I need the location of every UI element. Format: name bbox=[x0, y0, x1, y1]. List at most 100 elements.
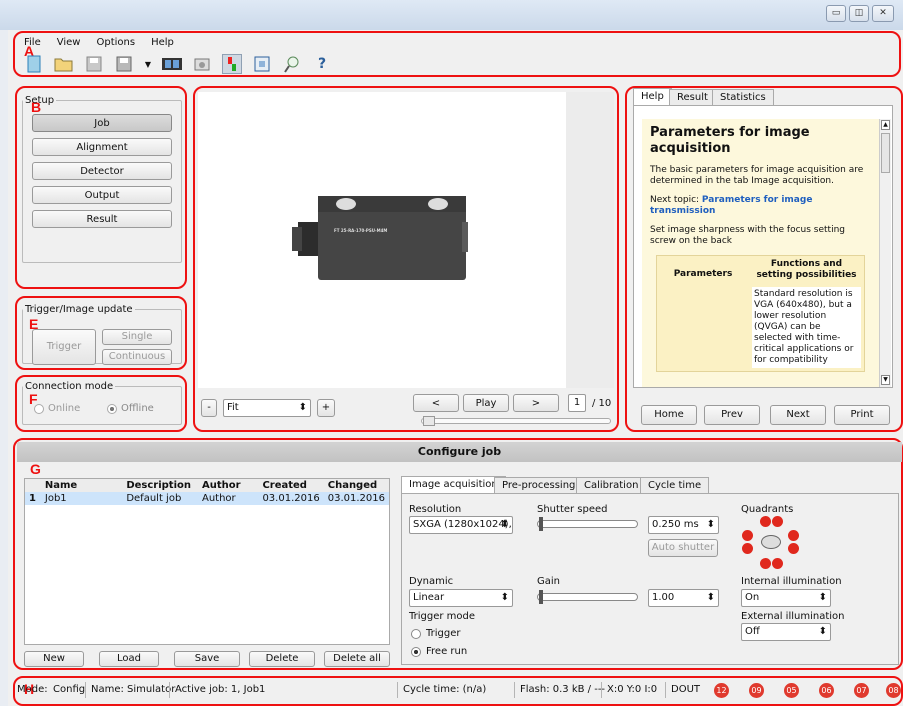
save-dropdown-icon[interactable]: ▼ bbox=[144, 54, 152, 74]
col-author[interactable]: Author bbox=[198, 479, 258, 492]
prev-frame-button[interactable]: < bbox=[413, 394, 459, 412]
internal-illumination-select[interactable]: On ⬍ bbox=[741, 589, 831, 607]
output-button[interactable]: Output bbox=[32, 186, 172, 204]
frame-slider[interactable] bbox=[421, 416, 611, 426]
minimize-button[interactable]: ▭ bbox=[826, 5, 846, 22]
menu-options[interactable]: Options bbox=[96, 37, 135, 48]
trigger-button[interactable]: Trigger bbox=[32, 329, 96, 365]
help-title: Parameters for image acquisition bbox=[650, 125, 810, 156]
radio-empty-icon bbox=[411, 628, 421, 639]
frame-view-icon[interactable] bbox=[252, 54, 272, 74]
quadrant-led[interactable] bbox=[742, 530, 753, 541]
external-illumination-select[interactable]: Off ⬍ bbox=[741, 623, 831, 641]
zoom-out-button[interactable]: - bbox=[201, 399, 217, 417]
help-home-button[interactable]: Home bbox=[641, 405, 697, 425]
gain-slider-handle[interactable] bbox=[539, 590, 543, 604]
gain-value-field[interactable]: 1.00 ⬍ bbox=[648, 589, 719, 607]
scroll-thumb[interactable] bbox=[881, 133, 890, 173]
sensor-label-text: FT 25-RA-170-PSU-M4M bbox=[334, 228, 388, 233]
shutter-slider[interactable] bbox=[537, 517, 638, 531]
online-radio[interactable]: Online bbox=[34, 403, 80, 414]
next-frame-button[interactable]: > bbox=[513, 394, 559, 412]
trigger-radio[interactable]: Trigger bbox=[411, 628, 461, 639]
delete-all-button[interactable]: Delete all bbox=[324, 651, 390, 667]
save-icon[interactable] bbox=[84, 54, 104, 74]
dynamic-select[interactable]: Linear ⬍ bbox=[409, 589, 513, 607]
tab-help[interactable]: Help bbox=[633, 88, 672, 106]
quadrant-center[interactable] bbox=[761, 535, 781, 549]
tab-cycle-time[interactable]: Cycle time bbox=[640, 477, 710, 493]
maximize-button[interactable]: ◫ bbox=[849, 5, 869, 22]
dynamic-value: Linear bbox=[413, 592, 445, 603]
new-job-icon[interactable] bbox=[24, 54, 44, 74]
status-xyi: X:0 Y:0 I:0 bbox=[607, 684, 658, 695]
quadrants-widget[interactable] bbox=[741, 516, 801, 572]
status-separator bbox=[85, 682, 86, 698]
tab-calibration[interactable]: Calibration bbox=[576, 477, 647, 493]
frame-slider-handle[interactable] bbox=[423, 416, 435, 426]
save-job-button[interactable]: Save bbox=[174, 651, 240, 667]
auto-shutter-button[interactable]: Auto shutter bbox=[648, 539, 718, 557]
detector-button[interactable]: Detector bbox=[32, 162, 172, 180]
zoom-in-button[interactable]: + bbox=[317, 399, 335, 417]
new-job-button[interactable]: New bbox=[24, 651, 84, 667]
help-scrollbar[interactable]: ▲ ▼ bbox=[879, 119, 891, 387]
scroll-down-icon[interactable]: ▼ bbox=[881, 375, 890, 385]
free-run-radio[interactable]: Free run bbox=[411, 646, 467, 657]
result-button[interactable]: Result bbox=[32, 210, 172, 228]
continuous-button[interactable]: Continuous bbox=[102, 349, 172, 365]
camera-sensor-icon[interactable] bbox=[192, 54, 212, 74]
status-flash: Flash: 0.3 kB / --- bbox=[520, 684, 606, 695]
shutter-value-field[interactable]: 0.250 ms ⬍ bbox=[648, 516, 719, 534]
load-job-button[interactable]: Load bbox=[99, 651, 159, 667]
output-led: 07 bbox=[854, 683, 869, 698]
col-created[interactable]: Created bbox=[258, 479, 323, 492]
quadrant-led[interactable] bbox=[760, 558, 771, 569]
menu-view[interactable]: View bbox=[57, 37, 81, 48]
status-separator bbox=[601, 682, 602, 698]
play-button[interactable]: Play bbox=[463, 394, 509, 412]
single-button[interactable]: Single bbox=[102, 329, 172, 345]
quadrant-led[interactable] bbox=[788, 543, 799, 554]
resolution-select[interactable]: SXGA (1280x1024), ⬍ bbox=[409, 516, 513, 534]
job-button[interactable]: Job bbox=[32, 114, 172, 132]
scroll-up-icon[interactable]: ▲ bbox=[881, 120, 890, 130]
offline-radio[interactable]: Offline bbox=[107, 403, 154, 414]
quadrant-led[interactable] bbox=[742, 543, 753, 554]
save-as-icon[interactable] bbox=[114, 54, 134, 74]
quadrant-led[interactable] bbox=[760, 516, 771, 527]
menu-help[interactable]: Help bbox=[151, 37, 174, 48]
col-description[interactable]: Description bbox=[122, 479, 198, 492]
col-name[interactable]: Name bbox=[41, 479, 122, 492]
quadrant-led[interactable] bbox=[772, 558, 783, 569]
tab-result[interactable]: Result bbox=[669, 89, 716, 105]
tab-image-acquisition[interactable]: Image acquisition bbox=[401, 476, 506, 494]
frame-number-field[interactable]: 1 bbox=[568, 394, 586, 412]
table-row[interactable]: 1 Job1 Default job Author 03.01.2016 03.… bbox=[25, 492, 389, 505]
sensor-image bbox=[292, 196, 468, 280]
menu-file[interactable]: File bbox=[24, 37, 41, 48]
help-prev-button[interactable]: Prev bbox=[704, 405, 760, 425]
search-icon[interactable] bbox=[282, 54, 302, 74]
alignment-button[interactable]: Alignment bbox=[32, 138, 172, 156]
col-changed[interactable]: Changed bbox=[324, 479, 389, 492]
delete-job-button[interactable]: Delete bbox=[249, 651, 315, 667]
help-icon[interactable]: ? bbox=[312, 54, 332, 74]
shutter-slider-handle[interactable] bbox=[539, 517, 543, 531]
external-illumination-value: Off bbox=[745, 626, 760, 637]
open-folder-icon[interactable] bbox=[54, 54, 74, 74]
close-button[interactable]: ✕ bbox=[872, 5, 894, 22]
help-print-button[interactable]: Print bbox=[834, 405, 890, 425]
film-strip-icon[interactable] bbox=[162, 54, 182, 74]
quadrant-led[interactable] bbox=[788, 530, 799, 541]
zoom-select[interactable]: Fit ⬍ bbox=[223, 399, 311, 417]
tab-statistics[interactable]: Statistics bbox=[712, 89, 774, 105]
status-name: Name: Simulator bbox=[91, 684, 176, 695]
traffic-light-icon[interactable] bbox=[222, 54, 242, 74]
help-next-button[interactable]: Next bbox=[770, 405, 826, 425]
gain-slider[interactable] bbox=[537, 590, 638, 604]
quadrant-led[interactable] bbox=[772, 516, 783, 527]
image-canvas[interactable]: FT 25-RA-170-PSU-M4M bbox=[198, 92, 614, 388]
output-led: 12 bbox=[714, 683, 729, 698]
tab-pre-processing[interactable]: Pre-processing bbox=[494, 477, 584, 493]
